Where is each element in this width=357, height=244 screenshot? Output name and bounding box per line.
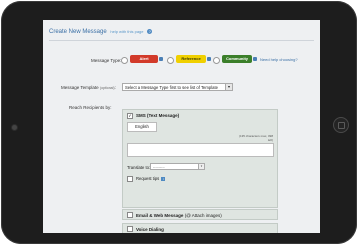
attach-images-note: (@ Attach images) [184, 212, 222, 218]
page-title: Create New Message [49, 29, 107, 36]
type-chip-community[interactable]: Community [222, 55, 252, 63]
tablet-frame: Create New Message help with this page ?… [1, 1, 357, 244]
template-select[interactable]: Select a Message Type first to see list … [122, 83, 233, 91]
header-divider [49, 40, 314, 41]
sms-header-label: SMS (Text Message) [136, 113, 180, 119]
email-panel: Email & Web Message (@ Attach images) [122, 209, 278, 220]
voice-header-label: Voice Dialing [136, 226, 164, 232]
reference-info-icon [207, 57, 211, 61]
page-header: Create New Message help with this page ? [49, 29, 153, 36]
community-info-icon [253, 57, 257, 61]
question-icon[interactable]: ? [147, 29, 153, 34]
voice-header[interactable]: Voice Dialing [127, 226, 164, 233]
email-header[interactable]: Email & Web Message (@ Attach images) [127, 212, 222, 219]
translate-select-value: ---------- [153, 165, 165, 169]
translate-select[interactable]: ---------- ▾ [150, 163, 205, 170]
request-tips-checkbox[interactable] [127, 175, 133, 182]
recipients-label: Reach Recipients by: [69, 105, 112, 110]
voice-panel: Voice Dialing [122, 223, 278, 233]
alert-info-icon [159, 57, 163, 61]
template-select-value: Select a Message Type first to see list … [125, 85, 218, 90]
sms-checkbox[interactable]: ✓ [127, 112, 133, 119]
template-optional-note: (optional) [99, 86, 115, 90]
message-type-label: Message Type: [91, 58, 122, 63]
email-header-label: Email & Web Message [136, 212, 184, 218]
request-tips-label: Request tips [136, 176, 160, 182]
type-chip-alert[interactable]: Alert [130, 55, 158, 63]
type-chip-reference[interactable]: Reference [176, 55, 206, 63]
chevron-down-icon: ▾ [225, 84, 232, 90]
radio-alert[interactable] [121, 57, 128, 64]
sms-message-textarea[interactable] [127, 143, 274, 157]
info-icon[interactable]: i [161, 177, 166, 182]
need-help-link[interactable]: Need help choosing? [260, 57, 298, 62]
chevron-down-icon: ▾ [198, 164, 204, 169]
radio-community[interactable] [213, 57, 220, 64]
camera-icon [12, 125, 17, 130]
sms-panel: ✓ SMS (Text Message) English (135 charact… [122, 109, 278, 208]
translate-label: Translate to: [127, 165, 151, 170]
character-counter-line2: left) [267, 138, 273, 142]
radio-reference[interactable] [167, 57, 174, 64]
email-checkbox[interactable] [127, 212, 133, 218]
tab-english[interactable]: English [127, 122, 157, 132]
help-link[interactable]: help with this page [110, 29, 143, 34]
sms-header[interactable]: ✓ SMS (Text Message) [127, 112, 180, 119]
character-counter: (135 characters max, 098 left) [239, 134, 273, 142]
screen: Create New Message help with this page ?… [43, 20, 320, 233]
request-tips[interactable]: Request tips i [127, 175, 166, 182]
template-label-text: Message Template [61, 85, 99, 90]
template-label: Message Template (optional): [61, 85, 116, 90]
home-button[interactable] [333, 117, 349, 133]
voice-checkbox[interactable] [127, 226, 133, 232]
